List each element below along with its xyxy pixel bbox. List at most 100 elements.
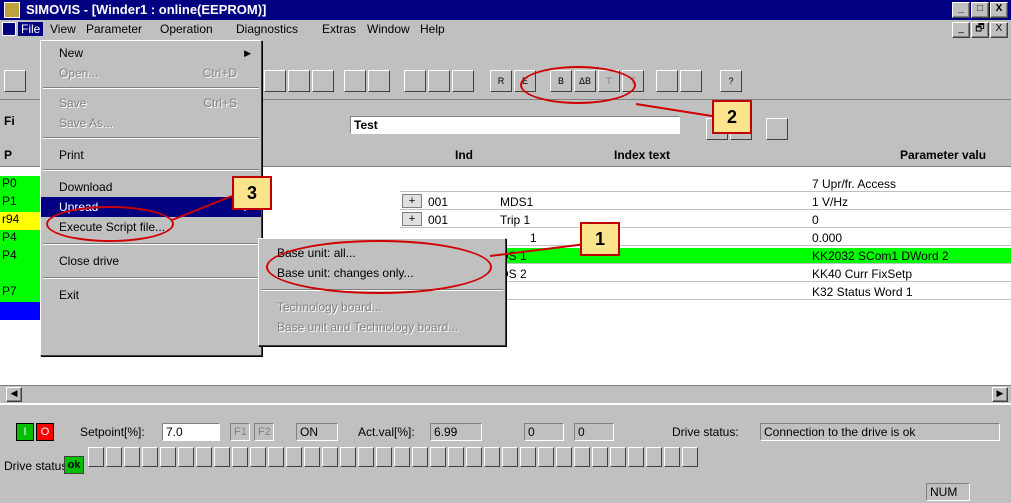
toolbar-button[interactable]: [368, 70, 390, 92]
status-square: [628, 447, 644, 467]
menu-base-and-tech[interactable]: Base unit and Technology board...: [259, 317, 505, 337]
toolbar-button[interactable]: [428, 70, 450, 92]
status-square: [124, 447, 140, 467]
status-square: [214, 447, 230, 467]
on-indicator: ON: [296, 423, 338, 441]
col-param-value: Parameter valu: [900, 148, 987, 162]
status-square: [376, 447, 392, 467]
left-cell[interactable]: [0, 302, 40, 320]
status-square: [322, 447, 338, 467]
left-cell[interactable]: P7: [0, 284, 40, 302]
menu-save[interactable]: Save Ctrl+S: [41, 93, 261, 113]
calc-icon[interactable]: [766, 118, 788, 140]
window-button[interactable]: [680, 70, 702, 92]
menu-exit[interactable]: Exit: [41, 285, 261, 305]
left-cell[interactable]: r94: [0, 212, 40, 230]
toolbar-button[interactable]: [288, 70, 310, 92]
left-cell[interactable]: [0, 266, 40, 284]
status-square: [556, 447, 572, 467]
menu-file[interactable]: File: [18, 22, 44, 36]
menu-bar: File View Parameter Operation Diagnostic…: [0, 20, 1011, 40]
param-value: 0.000: [812, 231, 843, 245]
ok-indicator: ok: [64, 456, 84, 474]
param-value: KK2032 SCom1 DWord 2: [812, 249, 949, 263]
drive-status-label-2: Drive status:: [4, 459, 71, 473]
toolbar-button[interactable]: [4, 70, 26, 92]
help-button[interactable]: ?: [720, 70, 742, 92]
f1-button[interactable]: F1: [230, 423, 250, 441]
minimize-button[interactable]: _: [952, 2, 970, 18]
on-button[interactable]: I: [16, 423, 34, 441]
filter-input[interactable]: Test: [350, 116, 680, 134]
expand-button[interactable]: +: [402, 194, 422, 208]
status-square: [664, 447, 680, 467]
status-square: [430, 447, 446, 467]
status-square: [106, 447, 122, 467]
ind-cell: 001: [428, 195, 449, 209]
menu-help[interactable]: Help: [420, 22, 445, 36]
menu-tech-board[interactable]: Technology board...: [259, 297, 505, 317]
doc-icon[interactable]: [2, 22, 16, 36]
child-close-button[interactable]: X: [990, 22, 1008, 38]
window-button[interactable]: [656, 70, 678, 92]
status-square: [250, 447, 266, 467]
menu-separator: [43, 137, 259, 139]
toolbar-button[interactable]: [312, 70, 334, 92]
num-indicator: NUM: [926, 483, 970, 501]
left-cell[interactable]: P4: [0, 248, 40, 266]
child-restore-button[interactable]: 🗗: [971, 22, 989, 38]
toolbar-button[interactable]: [344, 70, 366, 92]
status-square: [394, 447, 410, 467]
drive-status-field: Connection to the drive is ok: [760, 423, 1000, 441]
status-square: [448, 447, 464, 467]
scroll-right-icon[interactable]: ▶: [992, 387, 1008, 402]
menu-operation[interactable]: Operation: [160, 22, 213, 36]
setpoint-input[interactable]: 7.0: [162, 423, 220, 441]
left-cell[interactable]: P0: [0, 176, 40, 194]
status-square: [484, 447, 500, 467]
expand-button[interactable]: +: [402, 212, 422, 226]
left-cell[interactable]: P4: [0, 230, 40, 248]
close-button[interactable]: X: [990, 2, 1008, 18]
status-square: [88, 447, 104, 467]
status-square: [538, 447, 554, 467]
toolbar-button[interactable]: [452, 70, 474, 92]
filter-label: Fi: [4, 114, 15, 128]
menu-open[interactable]: Open... Ctrl+D: [41, 63, 261, 83]
read-param-button[interactable]: R: [490, 70, 512, 92]
menu-diagnostics[interactable]: Diagnostics: [236, 22, 298, 36]
callout-ellipse: [46, 206, 174, 242]
toolbar-button[interactable]: [264, 70, 286, 92]
menu-download[interactable]: Download▶: [41, 177, 261, 197]
maximize-button[interactable]: □: [971, 2, 989, 18]
menu-save-as[interactable]: Save As...: [41, 113, 261, 133]
menu-extras[interactable]: Extras: [322, 22, 356, 36]
f2-button[interactable]: F2: [254, 423, 274, 441]
actval-label: Act.val[%]:: [358, 425, 415, 439]
off-button[interactable]: O: [36, 423, 54, 441]
menu-view[interactable]: View: [50, 22, 76, 36]
menu-parameter[interactable]: Parameter: [86, 22, 142, 36]
child-minimize-button[interactable]: _: [952, 22, 970, 38]
left-cell[interactable]: P1: [0, 194, 40, 212]
table-row[interactable]: 7 Upr/fr. Access: [400, 176, 1011, 192]
value-field-b: 0: [574, 423, 614, 441]
menu-separator: [43, 87, 259, 89]
status-square: [286, 447, 302, 467]
table-row[interactable]: + 001 Trip 1 0: [400, 212, 1011, 228]
table-row[interactable]: + 001 MDS1 1 V/Hz: [400, 194, 1011, 210]
toolbar-button[interactable]: [404, 70, 426, 92]
ind-cell: 001: [428, 213, 449, 227]
menu-print[interactable]: Print: [41, 145, 261, 165]
scroll-left-icon[interactable]: ◀: [6, 387, 22, 402]
menu-new[interactable]: New ▶: [41, 43, 261, 63]
col-index-text: Index text: [614, 148, 671, 162]
index-text-cell: MDS1: [500, 195, 534, 209]
menu-window[interactable]: Window: [367, 22, 410, 36]
menu-close-drive[interactable]: Close drive: [41, 251, 261, 271]
index-text-cell: Trip 1: [500, 213, 531, 227]
menu-separator: [43, 277, 259, 279]
callout-ellipse: [266, 240, 492, 294]
horizontal-scrollbar[interactable]: ◀ ▶: [0, 385, 1011, 403]
status-square: [592, 447, 608, 467]
